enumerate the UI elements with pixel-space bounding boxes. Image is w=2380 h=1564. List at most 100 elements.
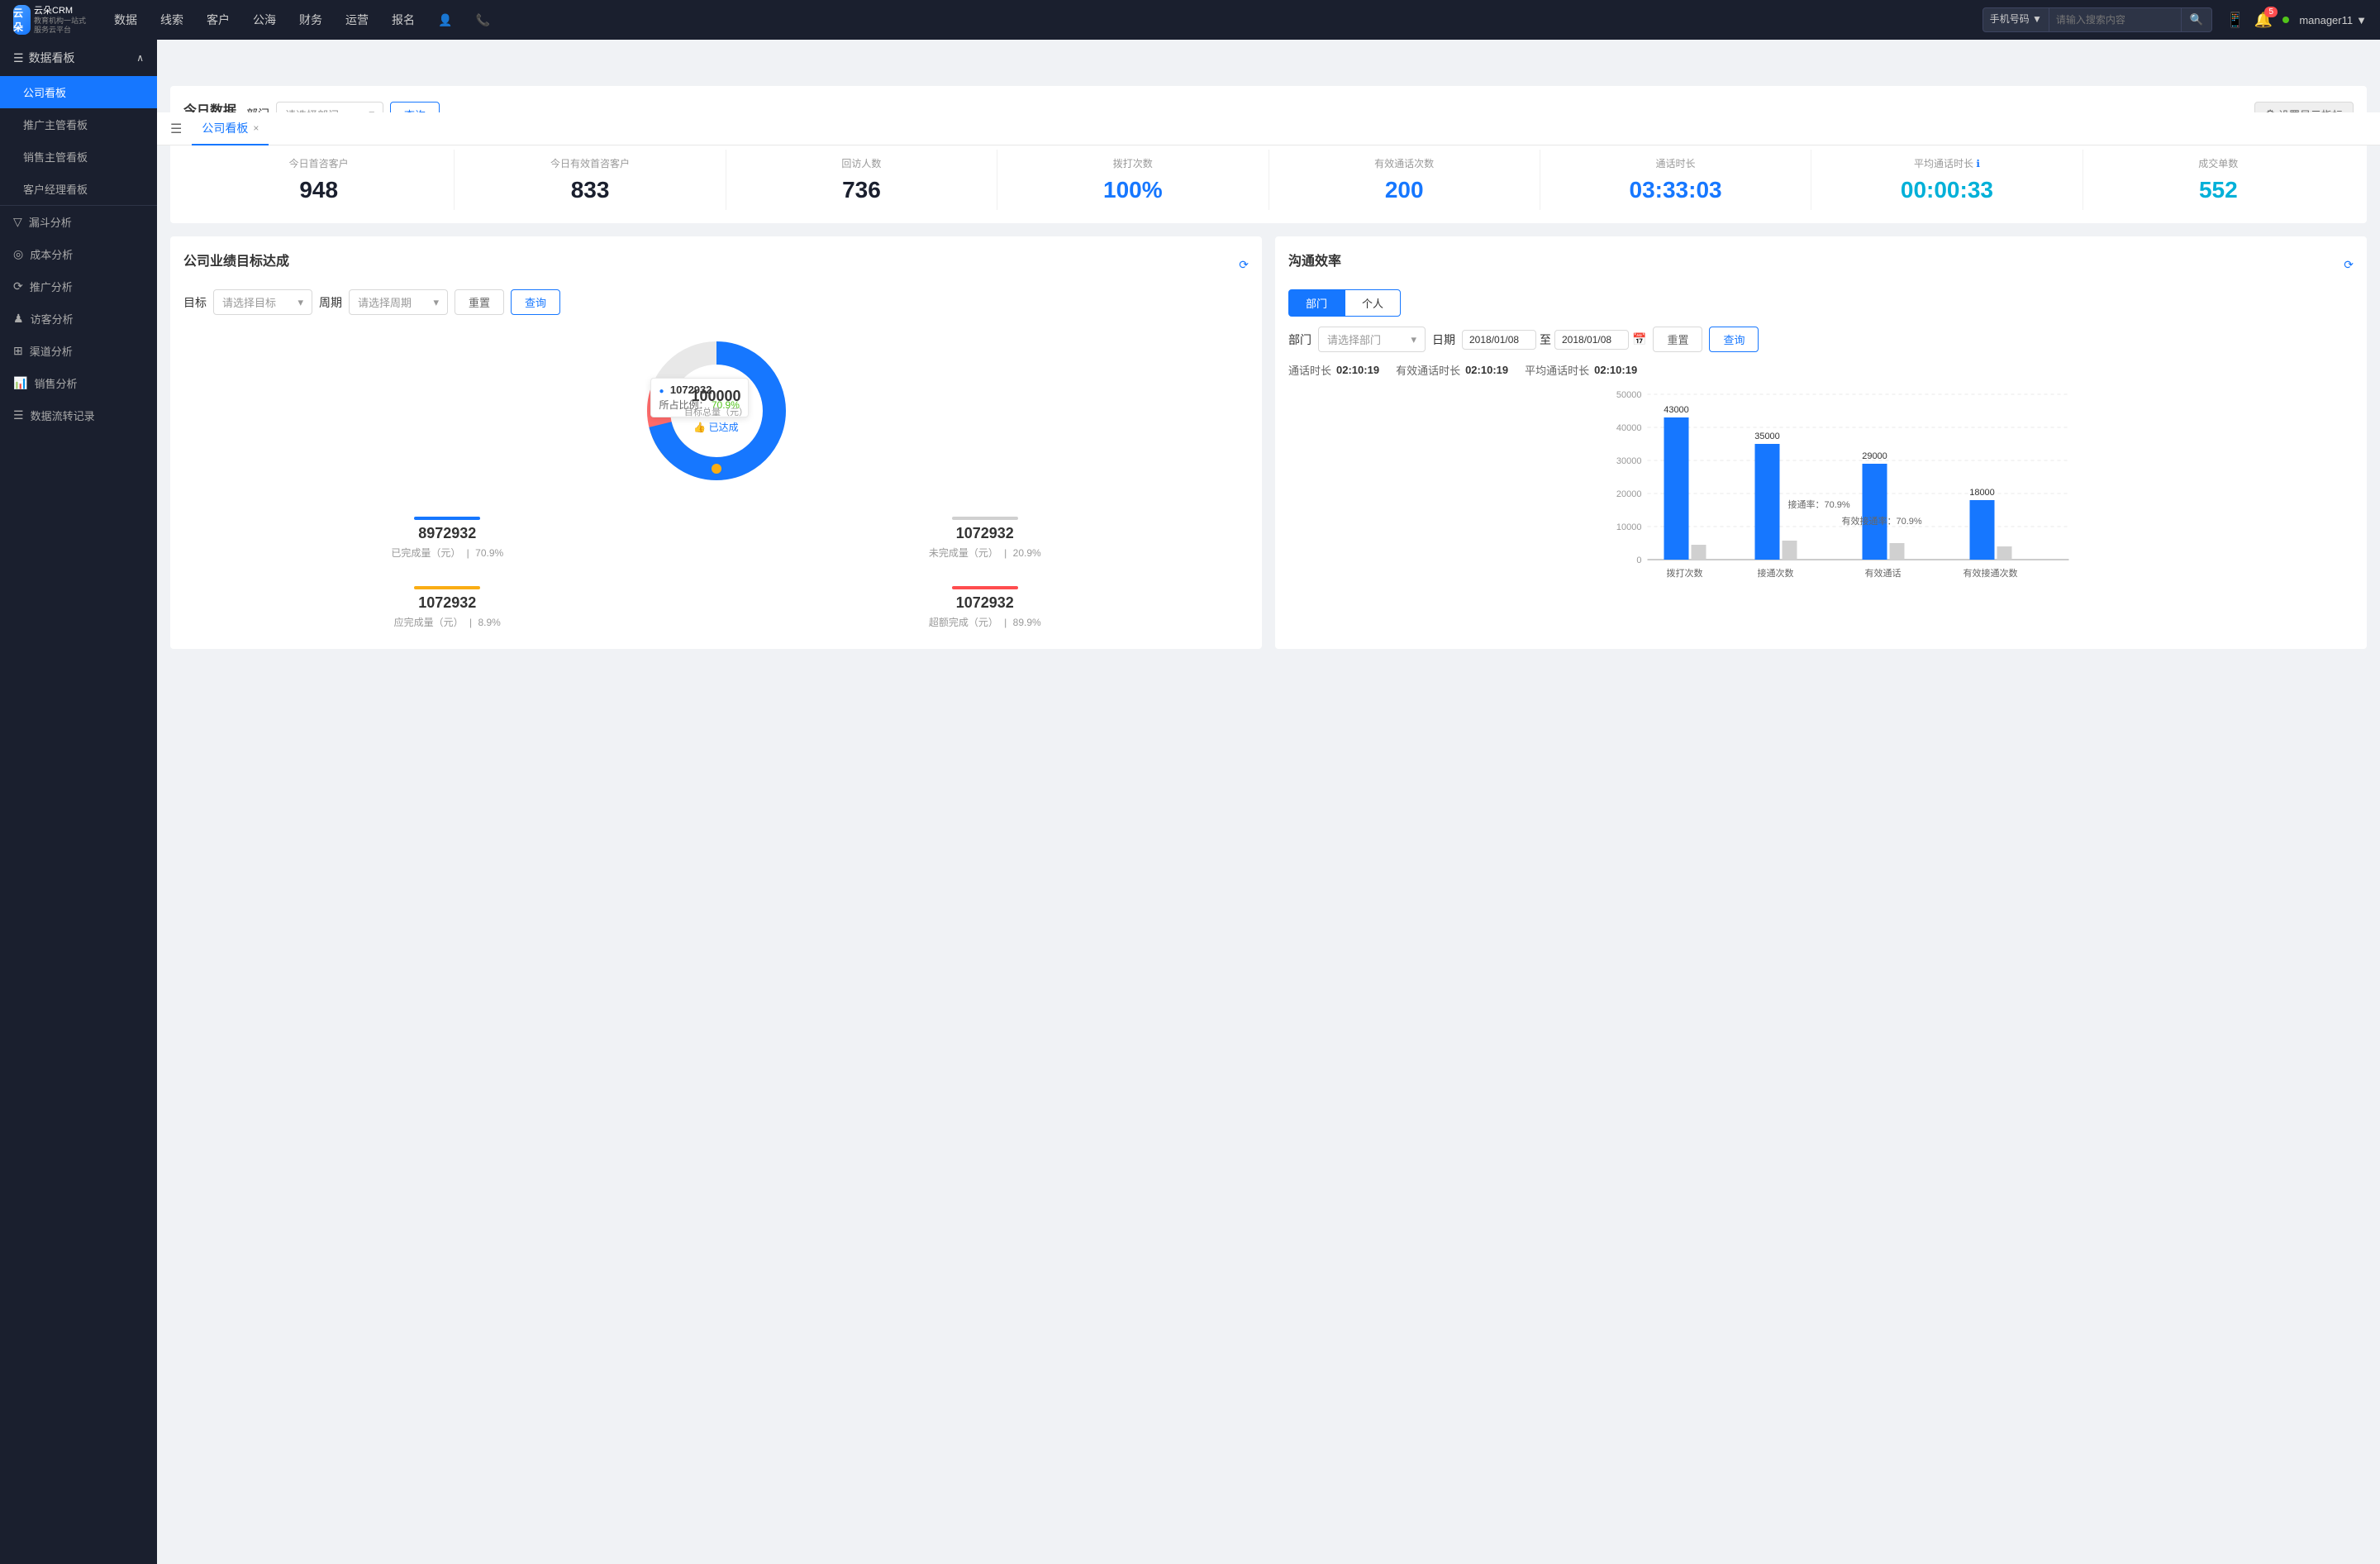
sidebar-item-sales-board[interactable]: 销售主管看板 <box>0 141 157 173</box>
hamburger-icon[interactable]: ☰ <box>170 121 182 137</box>
target-controls: 目标 请选择目标▾ 周期 请选择周期▾ 重置 查询 <box>183 289 1249 315</box>
nav-signup[interactable]: 报名 <box>380 0 426 40</box>
svg-text:30000: 30000 <box>1616 456 1642 466</box>
grid-item-1: 1072932 未完成量（元） | 20.9% <box>721 507 1250 566</box>
nav-leads[interactable]: 线索 <box>149 0 195 40</box>
donut-center-value: 100000 <box>684 388 748 405</box>
nav-person-icon[interactable]: 👤 <box>426 0 464 40</box>
online-status <box>2282 17 2289 23</box>
funnel-icon: ▽ <box>13 215 22 229</box>
grid-item-3: 1072932 超额完成（元） | 89.9% <box>721 576 1250 636</box>
channel-icon: ⊞ <box>13 344 23 358</box>
sidebar-item-cost[interactable]: ◎ 成本分析 <box>0 238 157 270</box>
stat-item-6: 平均通话时长 ℹ 00:00:33 <box>1811 150 2082 210</box>
comm-date-label: 日期 <box>1432 331 1455 348</box>
sidebar-item-promo-board[interactable]: 推广主管看板 <box>0 108 157 141</box>
comm-tab-person[interactable]: 个人 <box>1345 289 1401 317</box>
target-query-btn[interactable]: 查询 <box>511 289 560 315</box>
svg-text:40000: 40000 <box>1616 423 1642 433</box>
svg-text:29000: 29000 <box>1862 451 1887 461</box>
comm-dept-select[interactable]: 请选择部门▾ <box>1318 327 1426 352</box>
svg-text:0: 0 <box>1636 556 1641 565</box>
user-info[interactable]: manager11 ▼ <box>2299 14 2367 26</box>
sidebar-item-customer-board[interactable]: 客户经理看板 <box>0 173 157 205</box>
sidebar-item-channel[interactable]: ⊞ 渠道分析 <box>0 335 157 367</box>
main-content: 今日数据 部门 请选择部门▾ 查询 ⚙ 设置显示指标 今日首咨客户 948 <box>157 73 2380 1564</box>
svg-text:接通率：70.9%: 接通率：70.9% <box>1788 498 1850 510</box>
comm-panel: 沟通效率 ⟳ 部门 个人 部门 请选择部门▾ 日期 至 📅 重置 <box>1275 236 2367 649</box>
target-panel: 公司业绩目标达成 ⟳ 目标 请选择目标▾ 周期 请选择周期▾ 重置 查询 <box>170 236 1262 649</box>
date-from-input[interactable] <box>1462 330 1536 350</box>
search-bar: 手机号码 ▼ 🔍 <box>1983 7 2213 32</box>
grid-item-2: 1072932 应完成量（元） | 8.9% <box>183 576 712 636</box>
search-type-select[interactable]: 手机号码 ▼ <box>1983 7 2049 32</box>
comm-reset-btn[interactable]: 重置 <box>1653 327 1702 352</box>
stat-value-5: 03:33:03 <box>1540 177 1811 203</box>
cost-icon: ◎ <box>13 247 23 261</box>
nav-ocean[interactable]: 公海 <box>241 0 288 40</box>
stat-item-3: 拨打次数 100% <box>997 150 1269 210</box>
logo[interactable]: 云朵 云朵CRM 教育机构一站式服务云平台 <box>13 5 86 35</box>
donut-center-badge: 👍 已达成 <box>684 420 748 434</box>
nav-phone-icon[interactable]: 📞 <box>464 0 501 40</box>
sidebar-header-dashboard[interactable]: ☰ 数据看板 ∧ <box>0 40 157 76</box>
svg-text:接通次数: 接通次数 <box>1758 567 1794 579</box>
svg-text:拨打次数: 拨打次数 <box>1667 567 1703 579</box>
comm-tab-dept[interactable]: 部门 <box>1288 289 1345 317</box>
search-button[interactable]: 🔍 <box>2182 7 2213 32</box>
grid-bar-2 <box>414 586 480 589</box>
stats-row: 今日首咨客户 948 今日有效首咨客户 833 回访人数 736 拨打次数 10… <box>183 139 2354 210</box>
target-select[interactable]: 请选择目标▾ <box>213 289 312 315</box>
period-select[interactable]: 请选择周期▾ <box>349 289 448 315</box>
sidebar-item-sales[interactable]: 📊 销售分析 <box>0 367 157 399</box>
two-col-panels: 公司业绩目标达成 ⟳ 目标 请选择目标▾ 周期 请选择周期▾ 重置 查询 <box>170 236 2367 662</box>
stat-value-1: 833 <box>455 177 725 203</box>
target-reset-btn[interactable]: 重置 <box>455 289 504 315</box>
svg-text:50000: 50000 <box>1616 390 1642 400</box>
comm-query-btn[interactable]: 查询 <box>1709 327 1759 352</box>
sidebar-item-promo[interactable]: ⟳ 推广分析 <box>0 270 157 303</box>
stat-value-7: 552 <box>2083 177 2354 203</box>
data-flow-icon: ☰ <box>13 408 24 422</box>
comm-refresh-icon[interactable]: ⟳ <box>2344 258 2354 272</box>
sidebar-item-funnel[interactable]: ▽ 漏斗分析 <box>0 206 157 238</box>
comm-dept-label: 部门 <box>1288 331 1311 348</box>
donut-center: 100000 目标总量（元） 👍 已达成 <box>684 388 748 434</box>
sidebar-item-company-board[interactable]: 公司看板 <box>0 76 157 108</box>
nav-customers[interactable]: 客户 <box>195 0 241 40</box>
calendar-icon[interactable]: 📅 <box>1632 332 1646 346</box>
notification-icon[interactable]: 🔔 5 <box>2254 12 2273 29</box>
comm-summary-0: 通话时长 02:10:19 <box>1288 362 1379 378</box>
stat-item-0: 今日首咨客户 948 <box>183 150 455 210</box>
svg-text:18000: 18000 <box>1969 488 1995 498</box>
nav-data[interactable]: 数据 <box>102 0 149 40</box>
nav-ops[interactable]: 运营 <box>334 0 380 40</box>
tab-close-icon[interactable]: × <box>253 122 259 134</box>
search-input[interactable] <box>2049 7 2182 32</box>
comm-title: 沟通效率 <box>1288 250 1341 269</box>
visitor-icon: ♟ <box>13 312 24 326</box>
stat-value-0: 948 <box>183 177 454 203</box>
comm-summary-1: 有效通话时长 02:10:19 <box>1396 362 1508 378</box>
sidebar-item-data-flow[interactable]: ☰ 数据流转记录 <box>0 399 157 432</box>
period-label: 周期 <box>319 294 342 311</box>
target-title: 公司业绩目标达成 <box>183 250 289 269</box>
tablet-icon[interactable]: 📱 <box>2225 12 2244 29</box>
date-to-input[interactable] <box>1554 330 1629 350</box>
tab-bar: ☰ 公司看板 × <box>157 112 2380 145</box>
donut-stats-grid: 8972932 已完成量（元） | 70.9% 1072932 未完成量（元） … <box>183 507 1249 636</box>
tab-company-board[interactable]: 公司看板 × <box>192 112 269 145</box>
bar-chart-svg: 50000 40000 30000 20000 10000 0 <box>1330 388 2354 586</box>
target-refresh-icon[interactable]: ⟳ <box>1239 258 1249 272</box>
logo-icon: 云朵 <box>13 5 31 35</box>
nav-items: 数据 线索 客户 公海 财务 运营 报名 👤 📞 <box>102 0 1983 40</box>
svg-text:43000: 43000 <box>1664 405 1689 415</box>
target-panel-header: 公司业绩目标达成 ⟳ <box>183 250 1249 279</box>
grid-bar-3 <box>952 586 1018 589</box>
sidebar-item-visitor[interactable]: ♟ 访客分析 <box>0 303 157 335</box>
sidebar-section-dashboard: ☰ 数据看板 ∧ 公司看板 推广主管看板 销售主管看板 客户经理看板 <box>0 40 157 206</box>
donut-center-label: 目标总量（元） <box>684 405 748 418</box>
donut-chart: ● 1072932 所占比例： 70.9% <box>634 328 799 494</box>
promo-icon: ⟳ <box>13 279 23 293</box>
nav-finance[interactable]: 财务 <box>288 0 334 40</box>
